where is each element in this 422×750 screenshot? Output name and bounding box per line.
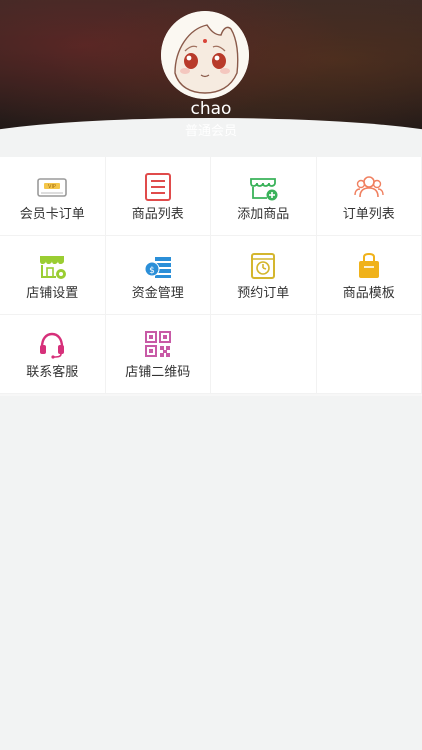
menu-item-label: 订单列表 [342, 207, 395, 222]
menu-item-add-product[interactable]: 添加商品 [211, 157, 317, 236]
menu-item-label: 联系客服 [26, 365, 79, 380]
fund-icon: $ [144, 257, 171, 278]
menu-item-order-list[interactable]: 订单列表 [316, 157, 422, 236]
menu-grid: VIP 会员卡订单 商品列表 添加商品 订单列表 店铺设置 $ 资金管理 预约订… [0, 157, 422, 394]
menu-item-appointment-orders[interactable]: 预约订单 [211, 236, 317, 315]
menu-item-shop-settings[interactable]: 店铺设置 [0, 236, 106, 315]
shop-settings-icon [40, 256, 67, 279]
menu-item-label: 商品列表 [131, 207, 184, 222]
menu-item-product-list[interactable]: 商品列表 [105, 157, 211, 236]
svg-text:$: $ [149, 266, 155, 276]
menu-item-fund-management[interactable]: $ 资金管理 [105, 236, 211, 315]
template-icon [358, 252, 379, 278]
menu-item-label: 店铺二维码 [125, 365, 191, 380]
member-level: 普通会员 [184, 124, 237, 139]
menu-item-product-template[interactable]: 商品模板 [316, 236, 422, 315]
menu-item-label: 商品模板 [342, 286, 395, 301]
vip-card-icon: VIP [37, 178, 68, 197]
svg-text:VIP: VIP [48, 184, 56, 190]
menu-item-label: 店铺设置 [26, 286, 79, 301]
avatar[interactable] [161, 11, 249, 99]
menu-empty-cell [316, 315, 422, 394]
qrcode-icon [144, 331, 171, 357]
menu-item-label: 资金管理 [131, 286, 184, 301]
menu-item-contact-service[interactable]: 联系客服 [0, 315, 106, 394]
cartoon-face-icon [161, 11, 249, 99]
users-icon [354, 176, 384, 198]
product-list-icon [144, 173, 171, 201]
menu-empty-cell [211, 315, 317, 394]
menu-item-shop-qrcode[interactable]: 店铺二维码 [105, 315, 211, 394]
divider [0, 394, 422, 396]
menu-item-label: 添加商品 [237, 207, 290, 222]
username: chao [190, 99, 232, 119]
menu-item-label: 会员卡订单 [19, 207, 85, 222]
menu-item-vip-card-orders[interactable]: VIP 会员卡订单 [0, 157, 106, 236]
appointment-icon [251, 253, 276, 279]
headset-icon [40, 332, 65, 359]
menu-item-label: 预约订单 [237, 286, 290, 301]
add-product-icon [250, 178, 278, 201]
